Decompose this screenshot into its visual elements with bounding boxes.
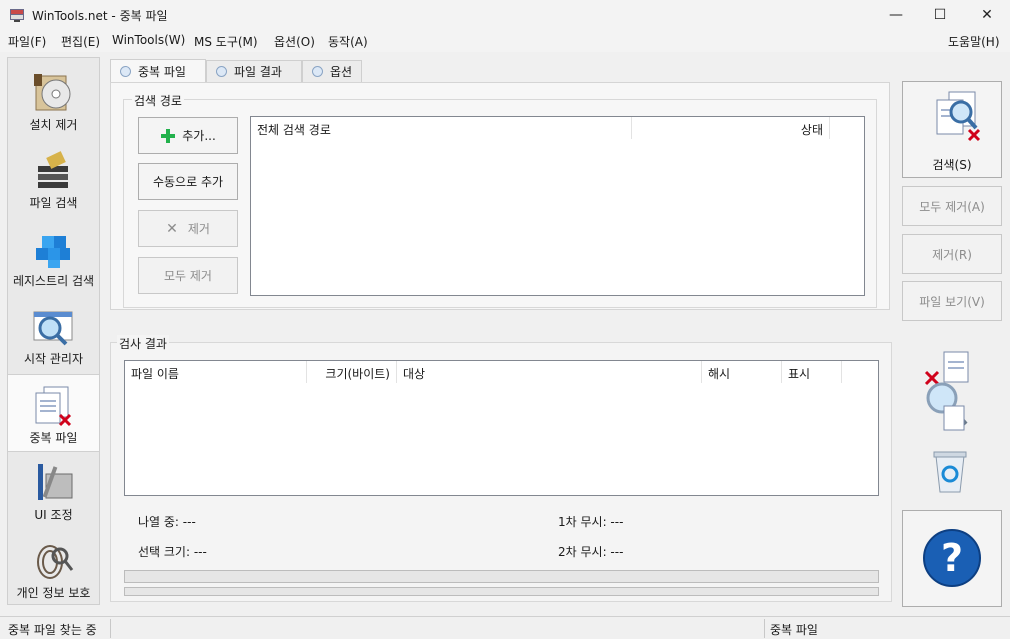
help-button[interactable]: ? xyxy=(902,510,1002,607)
menu-action[interactable]: 동작(A) xyxy=(328,33,368,50)
file-search-icon xyxy=(38,151,68,188)
status-divider xyxy=(764,619,765,638)
column-header-target[interactable]: 대상 xyxy=(397,361,702,383)
search-path-list[interactable]: 전체 검색 경로 상태 xyxy=(250,116,865,296)
maximize-button[interactable]: ☐ xyxy=(917,0,963,30)
search-path-group-title: 검색 경로 xyxy=(132,92,184,109)
title-bar: WinTools.net - 중복 파일 — ☐ ✕ xyxy=(0,0,1010,30)
x-icon: ✕ xyxy=(166,220,178,237)
progress-bar-primary xyxy=(124,570,879,583)
registry-cubes-icon xyxy=(36,236,70,268)
startup-magnifier-icon xyxy=(33,311,73,346)
menu-help[interactable]: 도움말(H) xyxy=(948,33,1000,50)
search-button-label: 검색(S) xyxy=(932,158,972,172)
tab-radio-icon xyxy=(120,66,131,77)
remove-path-button[interactable]: ✕ 제거 xyxy=(138,210,238,247)
sidebar-item-registry-search[interactable]: 레지스트리 검색 xyxy=(8,218,99,296)
minimize-icon: — xyxy=(889,7,903,23)
add-button-label: 추가... xyxy=(182,129,216,143)
tab-radio-icon xyxy=(216,66,227,77)
close-icon: ✕ xyxy=(981,7,993,23)
menu-ms-tools[interactable]: MS 도구(M) xyxy=(194,33,258,50)
listed-count: 나열 중: --- xyxy=(138,515,196,529)
column-header-mark[interactable]: 표시 xyxy=(782,361,842,383)
sidebar: 설치 제거 파일 검색 레지스트리 검색 시작 관리자 중복 파일 UI 조정 … xyxy=(7,57,100,605)
manual-add-label: 수동으로 추가 xyxy=(152,175,224,189)
column-header-hash[interactable]: 해시 xyxy=(702,361,782,383)
status-left-text: 중복 파일 찾는 중 xyxy=(8,623,97,637)
sidebar-item-label: 시작 관리자 xyxy=(23,352,83,366)
progress-bar-secondary xyxy=(124,587,879,596)
search-path-panel: 검색 경로 추가... 수동으로 추가 ✕ 제거 모두 제거 전체 검색 경로 … xyxy=(110,82,890,310)
duplicate-compare-icon xyxy=(924,351,969,431)
search-button[interactable]: 검색(S) xyxy=(902,81,1002,178)
menu-bar: 파일(F) 편집(E) WinTools(W) MS 도구(M) 옵션(O) 동… xyxy=(0,30,1010,52)
remove-all-button[interactable]: 모두 제거(A) xyxy=(902,186,1002,226)
sidebar-item-startup-manager[interactable]: 시작 관리자 xyxy=(8,296,99,374)
tab-label: 파일 결과 xyxy=(234,65,282,79)
manual-add-button[interactable]: 수동으로 추가 xyxy=(138,163,238,200)
sidebar-item-duplicate-files[interactable]: 중복 파일 xyxy=(8,374,99,452)
plus-icon xyxy=(161,128,176,143)
menu-edit[interactable]: 편집(E) xyxy=(61,33,100,50)
column-header-full-path[interactable]: 전체 검색 경로 xyxy=(251,117,632,139)
remove-path-label: 제거 xyxy=(187,222,210,236)
minimize-button[interactable]: — xyxy=(873,0,919,30)
sidebar-item-ui-tweak[interactable]: UI 조정 xyxy=(8,452,99,530)
tab-radio-icon xyxy=(312,66,323,77)
sidebar-item-label: 파일 검색 xyxy=(29,196,78,210)
sidebar-item-label: 설치 제거 xyxy=(29,118,78,132)
results-list[interactable]: 파일 이름 크기(바이트) 대상 해시 표시 xyxy=(124,360,879,496)
remove-label: 제거(R) xyxy=(932,247,972,262)
tab-file-results[interactable]: 파일 결과 xyxy=(206,60,302,82)
first-ignore-count: 1차 무시: --- xyxy=(558,515,624,529)
scan-results-group: 검사 결과 파일 이름 크기(바이트) 대상 해시 표시 나열 중: --- 1… xyxy=(110,335,892,602)
scan-results-title: 검사 결과 xyxy=(117,335,169,352)
maximize-icon: ☐ xyxy=(933,7,947,23)
sidebar-item-file-search[interactable]: 파일 검색 xyxy=(8,140,99,218)
status-bar: 중복 파일 찾는 중 중복 파일 xyxy=(0,616,1010,639)
menu-wintools[interactable]: WinTools(W) xyxy=(112,33,185,47)
view-file-label: 파일 보기(V) xyxy=(919,294,985,309)
help-glyph: ? xyxy=(940,536,964,580)
add-button[interactable]: 추가... xyxy=(138,117,238,154)
sidebar-item-label: UI 조정 xyxy=(34,508,73,522)
remove-all-paths-button[interactable]: 모두 제거 xyxy=(138,257,238,294)
column-header-size[interactable]: 크기(바이트) xyxy=(307,361,397,383)
uninstall-cd-icon xyxy=(34,74,71,111)
tab-label: 옵션 xyxy=(330,65,353,79)
window-title: WinTools.net - 중복 파일 xyxy=(32,9,168,23)
status-divider xyxy=(110,619,111,638)
wintools-app-icon xyxy=(10,9,24,22)
status-right-text: 중복 파일 xyxy=(770,623,818,637)
remove-all-paths-label: 모두 제거 xyxy=(164,269,212,283)
help-question-icon: ? xyxy=(923,529,981,587)
column-header-file-name[interactable]: 파일 이름 xyxy=(125,361,307,383)
sidebar-item-label: 중복 파일 xyxy=(29,431,78,445)
tab-duplicate-files[interactable]: 중복 파일 xyxy=(110,59,206,83)
search-duplicates-icon xyxy=(936,91,981,142)
column-header-status[interactable]: 상태 xyxy=(632,117,830,139)
close-button[interactable]: ✕ xyxy=(964,0,1010,30)
tab-label: 중복 파일 xyxy=(138,65,186,79)
sidebar-item-label: 개인 정보 보호 xyxy=(16,586,91,600)
selected-size: 선택 크기: --- xyxy=(138,545,207,559)
main-content: 설치 제거 파일 검색 레지스트리 검색 시작 관리자 중복 파일 UI 조정 … xyxy=(0,52,1010,616)
sidebar-item-label: 레지스트리 검색 xyxy=(12,274,95,288)
menu-options[interactable]: 옵션(O) xyxy=(274,33,315,50)
remove-button[interactable]: 제거(R) xyxy=(902,234,1002,274)
view-file-button[interactable]: 파일 보기(V) xyxy=(902,281,1002,321)
duplicate-files-icon xyxy=(35,386,72,427)
recycle-bin-icon xyxy=(933,451,967,493)
sidebar-item-privacy[interactable]: 개인 정보 보호 xyxy=(8,530,99,608)
menu-file[interactable]: 파일(F) xyxy=(8,33,46,50)
tab-options[interactable]: 옵션 xyxy=(302,60,362,82)
second-ignore-count: 2차 무시: --- xyxy=(558,545,624,559)
sidebar-item-uninstall[interactable]: 설치 제거 xyxy=(8,62,99,140)
privacy-fingerprint-icon xyxy=(37,545,74,579)
remove-all-label: 모두 제거(A) xyxy=(919,199,985,214)
ui-tweak-tools-icon xyxy=(38,464,73,500)
